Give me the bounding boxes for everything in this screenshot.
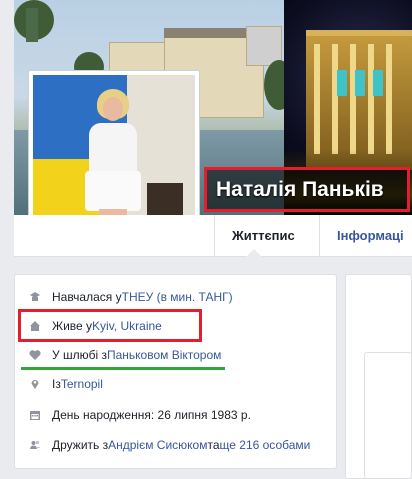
- profile-name-highlight: Наталія Паньків: [204, 167, 410, 212]
- location-pin-icon: [31, 380, 39, 389]
- intro-from-prefix: Із: [52, 377, 61, 391]
- tab-divider: [214, 215, 215, 257]
- lives-highlight-box: [18, 309, 202, 342]
- friend-link[interactable]: Андрієм Сисюком: [108, 438, 207, 452]
- face: [103, 97, 123, 121]
- column: [350, 44, 356, 154]
- intro-from: Із Ternopil: [15, 374, 103, 394]
- tab-about[interactable]: Інформаці: [337, 215, 404, 257]
- right-inner-card: [364, 352, 412, 479]
- birthday-text: День народження: 26 липня 1983 р.: [52, 408, 251, 422]
- heart-icon: [29, 350, 41, 360]
- education-icon: [30, 292, 40, 301]
- profile-tab-bar: Життєпис Інформаці: [14, 215, 412, 257]
- column: [314, 44, 320, 154]
- intro-studied: Навчалася у ТНЕУ (в мин. ТАНГ): [15, 287, 233, 307]
- window: [355, 70, 365, 96]
- friends-icon: [30, 440, 41, 449]
- avatar: [33, 75, 195, 237]
- calendar-icon: [30, 411, 40, 420]
- window: [373, 70, 383, 96]
- column: [386, 44, 392, 154]
- column: [368, 44, 374, 154]
- intro-friends-prefix: Дружить з: [52, 438, 109, 452]
- hometown-link[interactable]: Ternopil: [61, 377, 103, 391]
- skirt: [85, 171, 141, 211]
- active-tab-caret: [246, 249, 262, 257]
- tab-divider: [319, 215, 320, 257]
- school-link[interactable]: ТНЕУ (в мин. ТАНГ): [122, 290, 233, 304]
- intro-friends-middle: та: [207, 438, 220, 452]
- column: [332, 44, 338, 154]
- intro-birthday: День народження: 26 липня 1983 р.: [15, 405, 251, 425]
- intro-married: У шлюбі з Паньковом Віктором: [15, 345, 221, 365]
- window: [337, 70, 347, 96]
- profile-name[interactable]: Наталія Паньків: [216, 178, 384, 202]
- more-friends-link[interactable]: ще 216 особами: [220, 438, 311, 452]
- theatre-facade: [306, 30, 412, 170]
- intro-card: Навчалася у ТНЕУ (в мин. ТАНГ) Живе у Ky…: [14, 274, 337, 469]
- intro-studied-prefix: Навчалася у: [52, 290, 122, 304]
- church-tower: [26, 8, 38, 42]
- intro-friends: Дружить з Андрієм Сисюком та ще 216 особ…: [15, 435, 310, 455]
- spouse-link[interactable]: Паньковом Віктором: [107, 348, 221, 362]
- married-underline: [21, 367, 225, 370]
- tab-timeline[interactable]: Життєпис: [232, 215, 295, 257]
- intro-married-prefix: У шлюбі з: [52, 348, 107, 362]
